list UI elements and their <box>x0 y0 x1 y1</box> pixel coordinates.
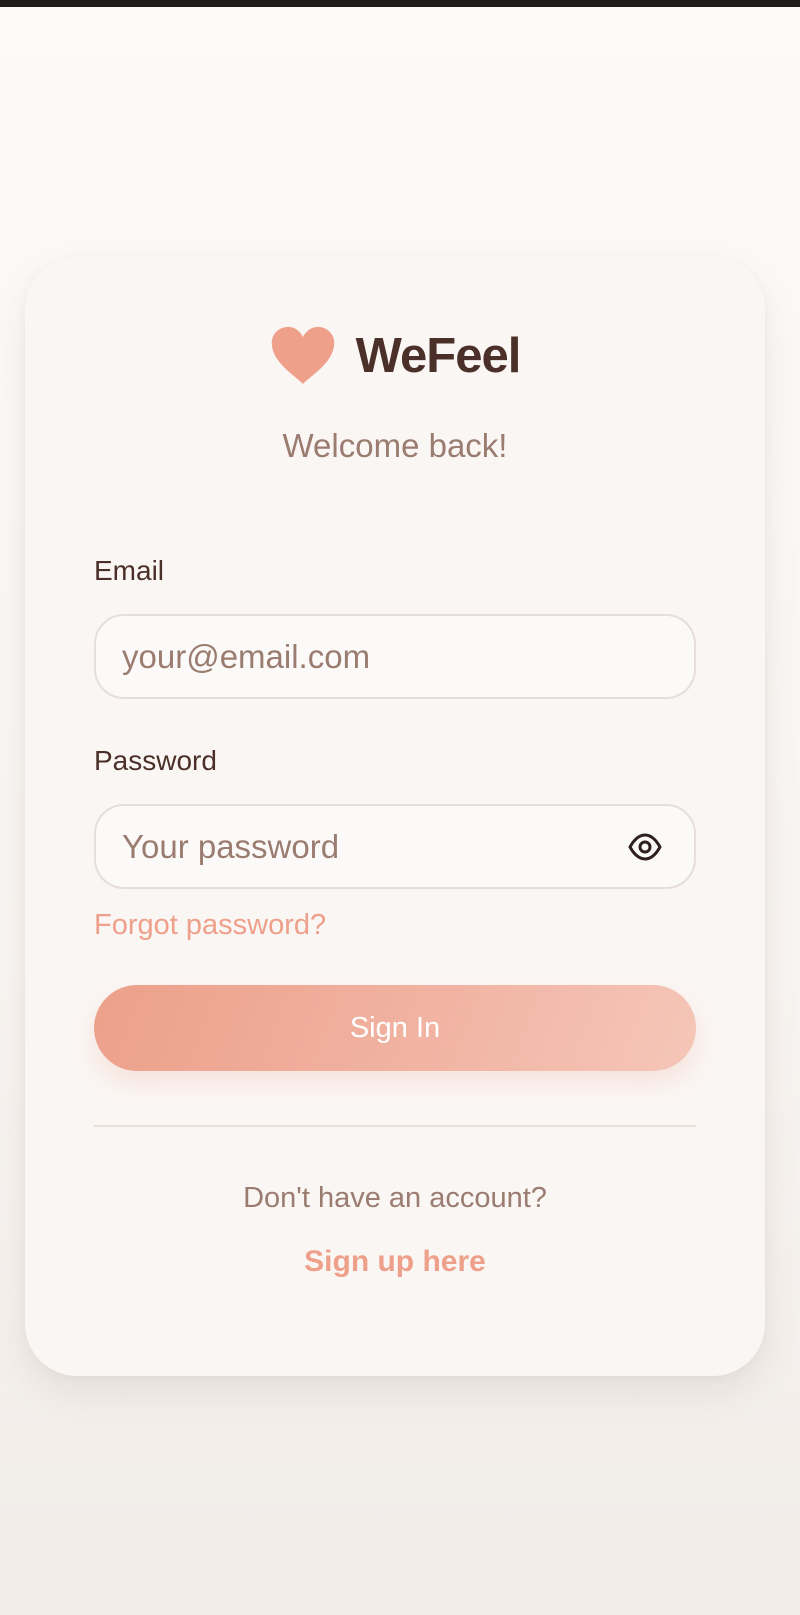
password-field[interactable] <box>122 806 622 887</box>
email-field-box <box>94 614 696 699</box>
sign-up-link[interactable]: Sign up here <box>25 1245 765 1279</box>
heart-icon <box>270 326 336 386</box>
brand: WeFeel <box>25 321 765 391</box>
divider <box>94 1125 696 1127</box>
email-field[interactable] <box>122 616 622 697</box>
app-name: WeFeel <box>355 329 522 383</box>
sign-in-button[interactable]: Sign In <box>94 985 696 1071</box>
eye-icon[interactable] <box>628 832 662 862</box>
login-card: WeFeel Welcome back! Email Password Forg… <box>25 257 765 1376</box>
top-bar <box>0 0 800 7</box>
email-label: Email <box>94 555 165 586</box>
signup-prompt: Don't have an account? <box>243 1182 547 1214</box>
password-label: Password <box>94 745 217 776</box>
password-field-box <box>94 804 696 889</box>
welcome-message: Welcome back! <box>282 427 508 464</box>
forgot-password-link[interactable]: Forgot password? <box>94 909 326 942</box>
